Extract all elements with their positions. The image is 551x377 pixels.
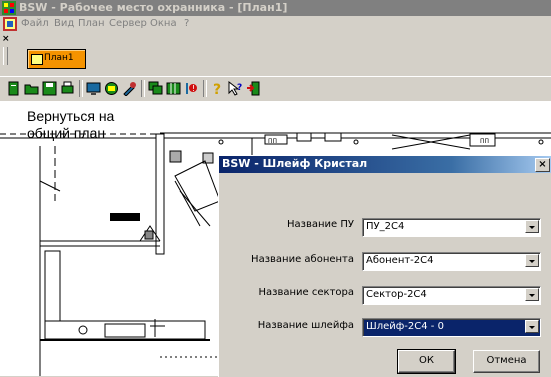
subscriber-name-label: Название абонента: [251, 254, 354, 265]
dialog-title: BSW - Шлейф Кристал: [222, 157, 368, 170]
back-to-general-plan-link[interactable]: Вернуться на общий план: [27, 108, 114, 142]
app-title-bar: BSW - Рабочее место охранника - [План1]: [0, 0, 551, 16]
tab-plan1-label: План1: [44, 53, 74, 63]
menu-help[interactable]: ?: [184, 18, 189, 29]
menu-windows[interactable]: Окна: [150, 18, 177, 29]
windows-tile-icon[interactable]: [166, 81, 181, 96]
open-folder-icon[interactable]: [24, 81, 39, 96]
sector-name-label: Название сектора: [258, 287, 354, 298]
loop-name-value: Шлейф-2С4 - 0: [366, 321, 444, 332]
windows-cascade-icon[interactable]: [148, 81, 163, 96]
tools-icon[interactable]: [122, 81, 137, 96]
panel-name-value: ПУ_2С4: [366, 221, 405, 232]
dialog-title-bar[interactable]: BSW - Шлейф Кристал: [219, 156, 551, 173]
chevron-down-icon[interactable]: [525, 220, 539, 233]
chevron-down-icon[interactable]: [525, 288, 539, 301]
new-icon[interactable]: [6, 81, 21, 96]
help-icon[interactable]: ?: [210, 81, 225, 96]
svg-text:!: !: [192, 84, 195, 93]
cancel-button[interactable]: Отмена: [473, 350, 540, 373]
chevron-down-icon[interactable]: [525, 254, 539, 267]
toolbar-separator: [203, 80, 207, 97]
exit-icon[interactable]: [246, 81, 261, 96]
ok-button[interactable]: ОК: [397, 349, 456, 374]
monitor-icon[interactable]: [86, 81, 101, 96]
alarm-icon[interactable]: !: [184, 81, 199, 96]
svg-text:?: ?: [213, 82, 221, 96]
chevron-down-icon[interactable]: [525, 320, 539, 333]
app-title: BSW - Рабочее место охранника - [План1]: [19, 1, 288, 14]
plan-tab-icon: [31, 54, 43, 65]
tab-strip-close-icon[interactable]: ×: [2, 34, 10, 44]
context-help-icon[interactable]: ?: [228, 81, 243, 96]
svg-text:?: ?: [237, 83, 242, 93]
subscriber-name-combo[interactable]: Абонент-2С4: [362, 252, 541, 271]
back-label-line2: общий план: [27, 125, 106, 141]
tab-strip-grip[interactable]: [3, 47, 8, 65]
sector-name-value: Сектор-2С4: [366, 289, 427, 300]
panel-name-combo[interactable]: ПУ_2С4: [362, 218, 541, 237]
menu-plan[interactable]: План: [78, 18, 105, 29]
network-icon[interactable]: [104, 81, 119, 96]
svg-text:ПП: ПП: [480, 138, 489, 145]
toolbar-separator: [79, 80, 83, 97]
menu-file[interactable]: Файл: [21, 18, 49, 29]
panel-name-label: Название ПУ: [287, 219, 354, 230]
sector-name-combo[interactable]: Сектор-2С4: [362, 286, 541, 305]
back-label-line1: Вернуться на: [27, 108, 115, 124]
loop-name-combo[interactable]: Шлейф-2С4 - 0: [362, 318, 541, 337]
dialog-close-button[interactable]: ×: [535, 158, 550, 172]
print-icon[interactable]: [60, 81, 75, 96]
toolbar-separator: [141, 80, 145, 97]
subscriber-name-value: Абонент-2С4: [366, 255, 434, 266]
menu-server[interactable]: Сервер: [109, 18, 147, 29]
toolbar: ! ? ?: [0, 76, 551, 102]
menu-bar: Файл Вид План Сервер Окна ?: [0, 16, 551, 32]
menu-view[interactable]: Вид: [54, 18, 74, 29]
tab-plan1[interactable]: План1: [27, 49, 86, 69]
svg-text:ПП: ПП: [268, 138, 277, 145]
mdi-document-icon[interactable]: [3, 17, 17, 31]
app-logo-icon: [2, 1, 16, 15]
save-icon[interactable]: [42, 81, 57, 96]
loop-name-label: Название шлейфа: [257, 320, 354, 331]
